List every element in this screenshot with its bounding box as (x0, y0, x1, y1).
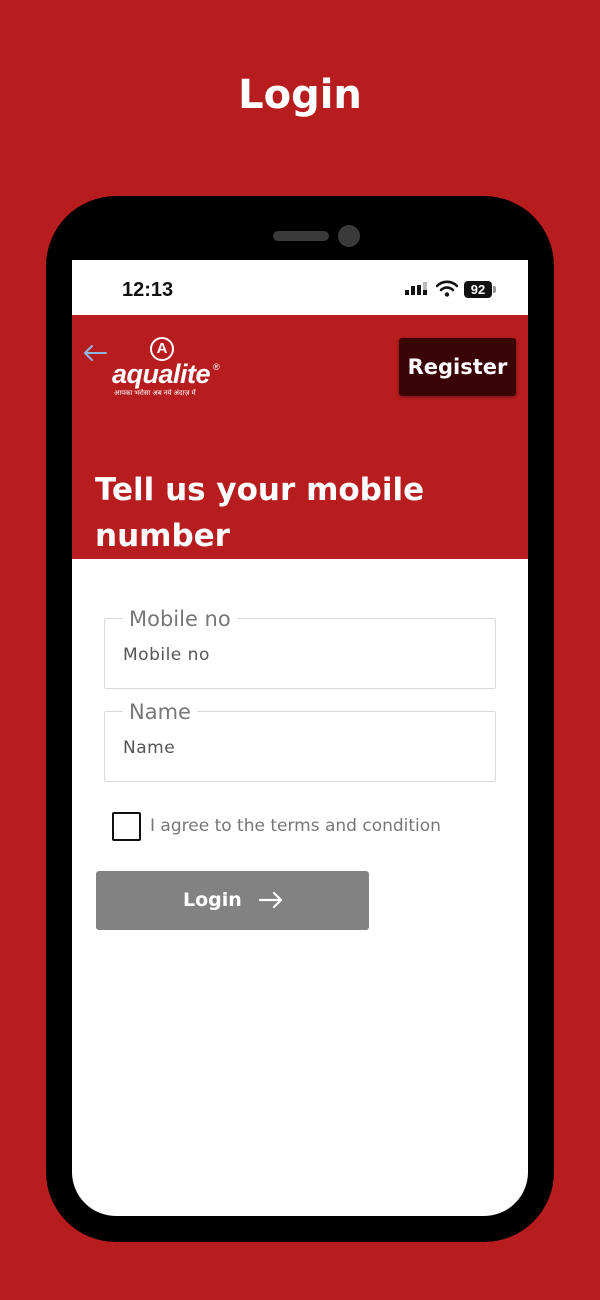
name-field: Name (104, 700, 496, 782)
login-button[interactable]: Login (96, 871, 369, 930)
wifi-icon (436, 280, 458, 297)
status-time: 12:13 (122, 279, 174, 301)
phone-screen: 12:13 92 A aqualite ® आपका भरोसा अब नये … (72, 260, 528, 1216)
signal-icon (405, 282, 427, 295)
name-input[interactable] (123, 734, 473, 762)
page-title: Tell us your mobile number (95, 472, 425, 554)
status-bar: 12:13 92 (72, 260, 528, 315)
mobile-field-label: Mobile no (123, 607, 237, 631)
phone-frame: 12:13 92 A aqualite ® आपका भरोसा अब नये … (46, 196, 554, 1242)
register-button[interactable]: Register (399, 338, 516, 396)
name-field-label: Name (123, 700, 197, 724)
terms-checkbox[interactable] (112, 812, 141, 841)
app-header: A aqualite ® आपका भरोसा अब नये अंदाज़ मे… (72, 315, 528, 559)
logo-tagline: आपका भरोसा अब नये अंदाज़ में (114, 390, 196, 397)
logo-registered-mark: ® (213, 362, 220, 372)
page-heading: Login (238, 72, 362, 118)
terms-label: I agree to the terms and condition (150, 816, 441, 836)
arrow-right-icon (258, 891, 283, 909)
battery-cap (493, 286, 496, 293)
arrow-left-icon[interactable] (82, 343, 108, 363)
terms-agreement: I agree to the terms and condition (112, 812, 492, 842)
mobile-field: Mobile no (104, 607, 496, 689)
phone-camera (338, 225, 360, 247)
phone-speaker (273, 231, 329, 241)
logo-mark: A (150, 337, 174, 361)
battery-indicator: 92 (464, 281, 492, 298)
logo-wordmark: aqualite (112, 359, 211, 389)
logo-mark-letter: A (156, 340, 168, 357)
brand-logo: A aqualite ® आपका भरोसा अब नये अंदाज़ मे… (112, 337, 222, 401)
mobile-input[interactable] (123, 641, 473, 669)
login-button-label: Login (183, 889, 242, 911)
